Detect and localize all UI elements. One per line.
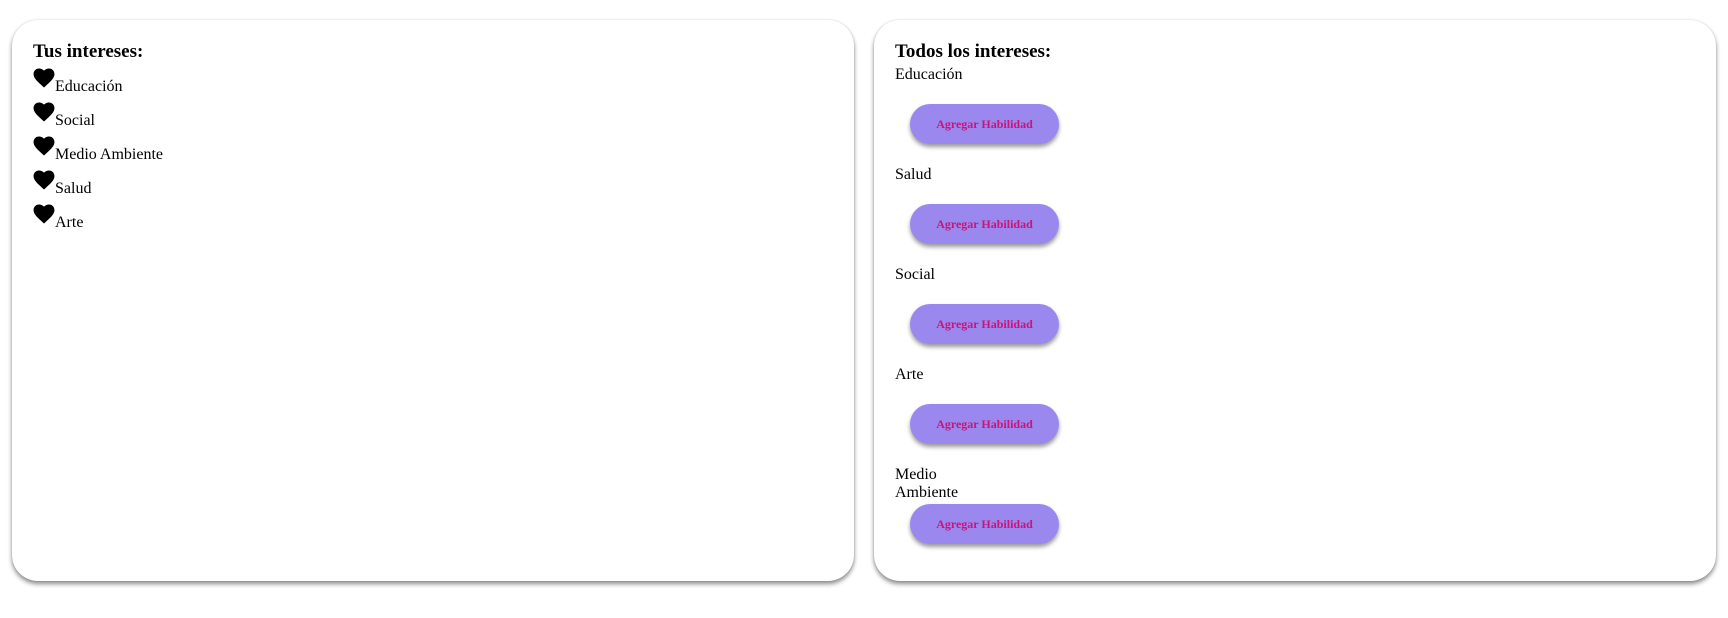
my-interest-item: Medio Ambiente <box>33 131 163 165</box>
add-skill-button[interactable]: Agregar Habilidad <box>910 504 1059 544</box>
my-interests-list: Educación Social Medio Ambiente Salud Ar… <box>33 63 163 233</box>
heart-icon <box>33 136 55 156</box>
my-interest-item: Social <box>33 97 163 131</box>
add-skill-button[interactable]: Agregar Habilidad <box>910 204 1059 244</box>
heart-icon <box>33 204 55 224</box>
all-interests-panel: Todos los intereses: Educación Agregar H… <box>874 20 1716 581</box>
interest-label: Social <box>895 266 935 283</box>
my-interest-label: Educación <box>55 78 123 95</box>
my-interest-label: Medio Ambiente <box>55 146 163 163</box>
my-interests-title: Tus intereses: <box>33 41 144 62</box>
add-skill-button[interactable]: Agregar Habilidad <box>910 104 1059 144</box>
add-skill-button[interactable]: Agregar Habilidad <box>910 304 1059 344</box>
add-skill-button[interactable]: Agregar Habilidad <box>910 404 1059 444</box>
my-interest-item: Educación <box>33 63 163 97</box>
heart-icon <box>33 102 55 122</box>
my-interest-item: Arte <box>33 199 163 233</box>
my-interest-label: Arte <box>55 214 84 231</box>
interest-label: Educación <box>895 66 963 83</box>
interest-label: Arte <box>895 366 924 383</box>
my-interest-label: Salud <box>55 180 92 197</box>
interest-label: Salud <box>895 166 932 183</box>
heart-icon <box>33 68 55 88</box>
my-interest-label: Social <box>55 112 95 129</box>
my-interests-panel: Tus intereses: Educación Social Medio Am… <box>12 20 854 581</box>
interest-label: Medio Ambiente <box>895 466 959 501</box>
heart-icon <box>33 170 55 190</box>
all-interests-title: Todos los intereses: <box>895 41 1052 62</box>
my-interest-item: Salud <box>33 165 163 199</box>
